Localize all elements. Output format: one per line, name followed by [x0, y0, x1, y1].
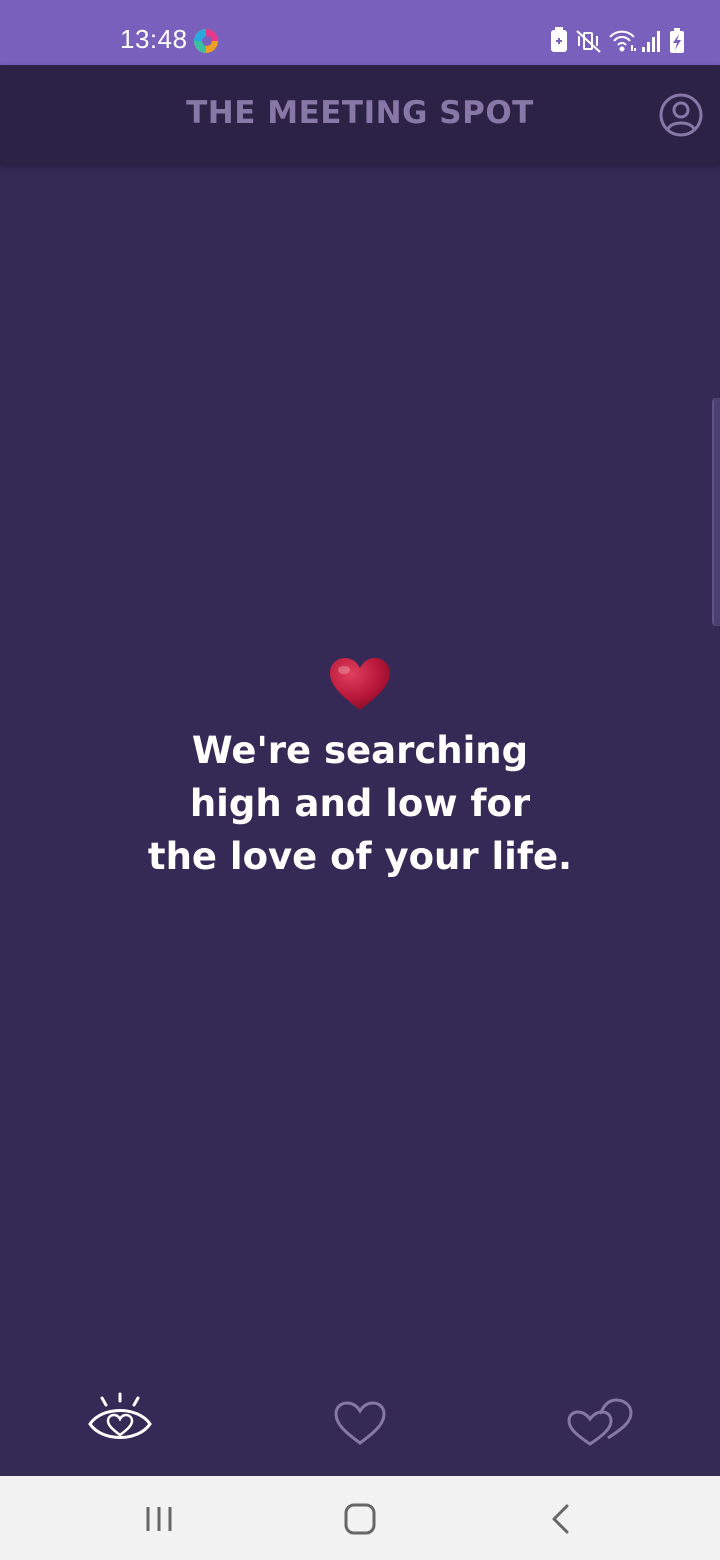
page-title: THE MEETING SPOT	[186, 95, 534, 131]
double-heart-icon[interactable]	[566, 1396, 634, 1448]
status-bar: 13:48	[0, 0, 720, 65]
eye-heart-icon[interactable]	[88, 1390, 152, 1450]
searching-message: We're searching high and low for the lov…	[0, 724, 720, 883]
message-line: We're searching	[191, 729, 529, 772]
signal-icon	[642, 31, 660, 52]
status-time: 13:48	[120, 24, 188, 54]
recents-icon[interactable]	[143, 1504, 175, 1534]
message-line: high and low for	[189, 782, 531, 825]
heart-outline-icon[interactable]	[333, 1400, 387, 1446]
scrollbar-thumb[interactable]	[712, 398, 720, 626]
app-screen: 13:48 THE MEETING SPOT We're searching h…	[0, 0, 720, 1560]
heart-emoji-icon	[330, 658, 390, 710]
status-icons	[551, 27, 684, 53]
user-circle-icon[interactable]	[658, 92, 704, 138]
home-icon[interactable]	[343, 1502, 377, 1536]
mute-vibrate-icon	[576, 30, 601, 53]
wifi-icon	[609, 30, 636, 52]
battery-charging-icon	[670, 28, 684, 53]
message-line: the love of your life.	[147, 835, 573, 878]
browser-badge-icon	[194, 29, 218, 53]
back-icon[interactable]	[548, 1503, 574, 1535]
battery-saver-icon	[551, 27, 567, 52]
